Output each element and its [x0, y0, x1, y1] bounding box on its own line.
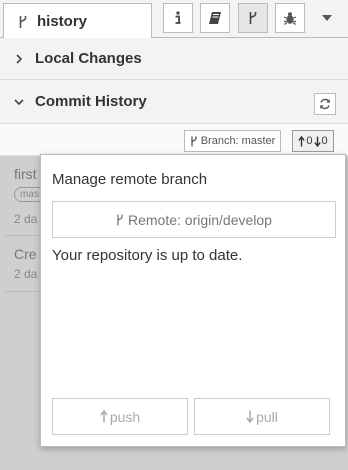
branch-icon: [248, 11, 258, 25]
pull-label: pull: [256, 408, 278, 425]
bug-icon: [283, 11, 297, 25]
chevron-right-icon: [14, 53, 24, 64]
push-label: push: [109, 408, 141, 425]
commit-date: 2 da: [14, 267, 38, 281]
sidebar-menu-button[interactable]: [312, 3, 342, 33]
arrow-down-icon: [246, 410, 254, 423]
branch-button[interactable]: Branch: master: [184, 130, 281, 152]
caret-down-icon: [322, 15, 332, 21]
tab-bar: history: [0, 0, 348, 39]
ahead-count: 0: [306, 135, 313, 147]
refresh-button[interactable]: [314, 93, 336, 115]
remote-select-button[interactable]: Remote: origin/develop: [52, 201, 336, 238]
branch-icon: [190, 136, 198, 147]
commit-toolbar: Branch: master 0 0: [0, 124, 348, 156]
tab-label: history: [37, 13, 88, 30]
sync-status: Your repository is up to date.: [52, 247, 243, 264]
section-commit-history[interactable]: Commit History: [0, 80, 348, 124]
section-label: Local Changes: [35, 50, 142, 67]
popover-title: Manage remote branch: [52, 171, 208, 188]
section-label: Commit History: [35, 93, 147, 110]
refresh-icon: [319, 98, 331, 110]
push-button[interactable]: push: [52, 398, 188, 435]
manage-remote-popover: Manage remote branch Remote: origin/deve…: [40, 154, 346, 447]
help-button[interactable]: [200, 3, 230, 33]
info-icon: [174, 11, 182, 25]
book-icon: [208, 11, 222, 25]
pull-button[interactable]: pull: [194, 398, 330, 435]
behind-count: 0: [321, 135, 328, 147]
debug-button[interactable]: [275, 3, 305, 33]
branch-icon: [116, 214, 124, 226]
arrow-up-icon: [100, 410, 108, 423]
branch-label: Branch: master: [200, 135, 276, 147]
git-button[interactable]: [238, 3, 268, 33]
branch-icon: [18, 15, 28, 29]
remote-sync-button[interactable]: 0 0: [292, 130, 334, 152]
commit-title: first: [14, 166, 37, 182]
commit-item[interactable]: Cre 2 da: [4, 236, 44, 292]
arrow-up-icon: [298, 135, 306, 147]
commit-item[interactable]: first mas 2 da: [4, 156, 44, 236]
info-button[interactable]: [163, 3, 193, 33]
commit-title: Cre: [14, 246, 37, 262]
section-local-changes[interactable]: Local Changes: [0, 38, 348, 80]
commit-date: 2 da: [14, 212, 38, 226]
arrow-down-icon: [313, 136, 321, 147]
remote-label: Remote: origin/develop: [128, 211, 272, 228]
tab-history[interactable]: history: [3, 3, 152, 39]
chevron-down-icon: [14, 97, 24, 107]
